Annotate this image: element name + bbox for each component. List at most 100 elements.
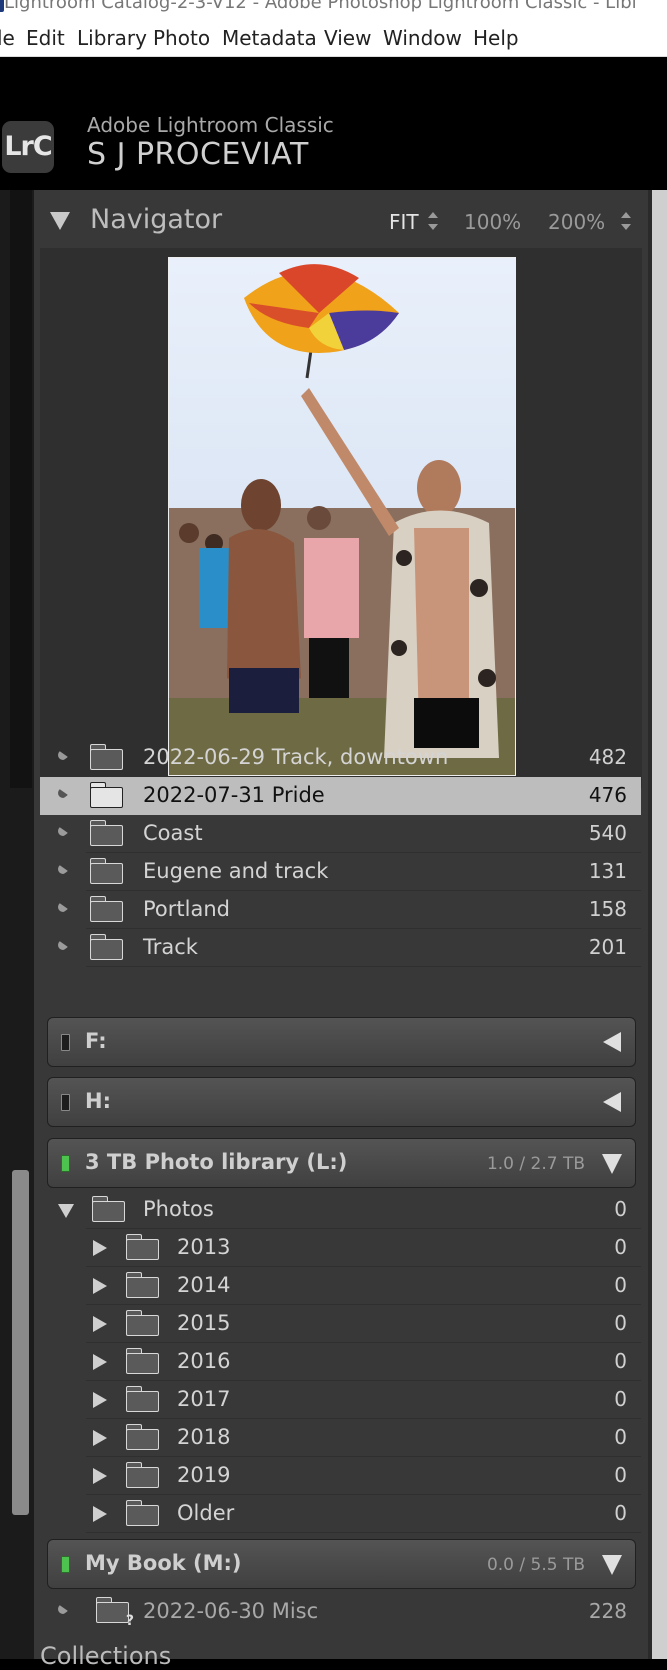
folder-row[interactable]: 2014 0 [40,1267,641,1305]
folder-count: 201 [588,935,627,959]
volume-header-f[interactable]: F: [47,1017,636,1067]
folder-name: Coast [143,821,203,845]
folder-row-photos[interactable]: Photos 0 [40,1191,641,1229]
menu-file[interactable]: le [0,26,15,50]
menu-view[interactable]: View [324,26,371,50]
folder-count: 0 [614,1235,627,1259]
folder-sync-triangle-icon [58,750,68,764]
folder-count: 0 [614,1273,627,1297]
menu-bar: le Edit Library Photo Metadata View Wind… [0,18,667,57]
menu-edit[interactable]: Edit [26,26,65,50]
menu-metadata[interactable]: Metadata [222,26,317,50]
folder-name: Older [177,1501,235,1525]
disclosure-right-icon[interactable] [93,1506,107,1522]
collapse-triangle-icon[interactable] [602,1555,622,1575]
navigator-header[interactable]: Navigator FIT 100% 200% [34,190,648,248]
preview-photo [169,258,515,775]
volume-header-m[interactable]: My Book (M:) 0.0 / 5.5 TB [47,1539,636,1589]
volume-status-led [61,1034,70,1051]
folder-sync-triangle-icon [58,864,68,878]
expand-triangle-icon[interactable] [603,1032,621,1052]
folder-count: 540 [588,821,627,845]
folder-count: 228 [588,1599,627,1623]
zoom-100[interactable]: 100% [464,210,521,234]
menu-library[interactable]: Library [77,26,147,50]
folder-row[interactable]: 2022-06-29 Track, downtown 482 [40,739,641,777]
folder-row-missing[interactable]: ? 2022-06-30 Misc 228 [40,1593,641,1631]
folder-icon [92,1196,126,1222]
disclosure-right-icon[interactable] [93,1240,107,1256]
volume-status-led [61,1155,70,1172]
disclosure-down-icon[interactable] [58,1204,74,1218]
folder-row[interactable]: 2016 0 [40,1343,641,1381]
folder-row[interactable]: 2015 0 [40,1305,641,1343]
volume-header-h[interactable]: H: [47,1077,636,1127]
folder-sync-triangle-icon [58,902,68,916]
folder-icon [90,858,124,884]
menu-window[interactable]: Window [383,26,462,50]
panel-edge-shadow [10,190,32,788]
collapse-triangle-icon[interactable] [602,1154,622,1174]
folder-name: 2013 [177,1235,231,1259]
menu-help[interactable]: Help [473,26,519,50]
disclosure-right-icon[interactable] [93,1354,107,1370]
folder-row[interactable]: 2017 0 [40,1381,641,1419]
identity-owner: S J PROCEVIAT [87,137,309,172]
window-title: Lightroom Catalog-2-3-V12 - Adobe Photos… [4,0,637,13]
folder-row[interactable]: Portland 158 [40,891,641,929]
menu-photo[interactable]: Photo [153,26,210,50]
volume-name: My Book (M:) [85,1551,242,1575]
folder-count: 476 [588,783,627,807]
folder-icon [126,1272,160,1298]
folder-count: 0 [614,1501,627,1525]
disclosure-right-icon[interactable] [93,1316,107,1332]
folder-row[interactable]: Eugene and track 131 [40,853,641,891]
zoom-fit[interactable]: FIT [389,210,419,234]
folder-name: 2016 [177,1349,231,1373]
panel-scrollbar-thumb[interactable] [12,1170,29,1515]
folder-name: 2018 [177,1425,231,1449]
folder-row[interactable]: 2019 0 [40,1457,641,1495]
missing-folder-icon: ? [96,1597,134,1629]
lrc-logo: LrC [2,121,54,173]
disclosure-right-icon[interactable] [93,1468,107,1484]
disclosure-right-icon[interactable] [93,1392,107,1408]
folder-count: 0 [614,1463,627,1487]
folder-row[interactable]: 2013 0 [40,1229,641,1267]
folder-row[interactable]: Older 0 [40,1495,641,1533]
zoom-fit-stepper-icon[interactable] [428,212,438,230]
volume-name: F: [85,1029,107,1053]
folder-icon [90,820,124,846]
folder-icon [126,1500,160,1526]
folder-icon [90,744,124,770]
folder-row[interactable]: Coast 540 [40,815,641,853]
expand-triangle-icon[interactable] [603,1092,621,1112]
disclosure-right-icon[interactable] [93,1278,107,1294]
folder-name: Eugene and track [143,859,329,883]
disclosure-right-icon[interactable] [93,1430,107,1446]
folder-count: 0 [614,1349,627,1373]
folder-name: 2022-07-31 Pride [143,783,325,807]
folder-row-selected[interactable]: 2022-07-31 Pride 476 [40,777,641,815]
folder-icon [90,896,124,922]
folder-count: 0 [614,1311,627,1335]
collections-header[interactable]: Collections [40,1642,171,1670]
volume-header-l[interactable]: 3 TB Photo library (L:) 1.0 / 2.7 TB [47,1138,636,1188]
collapse-triangle-icon[interactable] [50,212,70,230]
folder-row[interactable]: Track 201 [40,929,641,967]
folder-count: 0 [614,1197,627,1221]
volume-name: 3 TB Photo library (L:) [85,1150,348,1174]
navigator-preview-image[interactable] [168,257,516,776]
folder-icon [90,934,124,960]
folder-name: 2015 [177,1311,231,1335]
folder-name: 2017 [177,1387,231,1411]
folder-icon [126,1310,160,1336]
panel-splitter[interactable] [652,190,667,1659]
folder-icon [126,1462,160,1488]
folder-name: 2019 [177,1463,231,1487]
zoom-200[interactable]: 200% [548,210,605,234]
folder-row[interactable]: 2018 0 [40,1419,641,1457]
left-panel-edge [0,190,34,1659]
zoom-custom-stepper-icon[interactable] [621,212,631,230]
folder-name: Portland [143,897,230,921]
